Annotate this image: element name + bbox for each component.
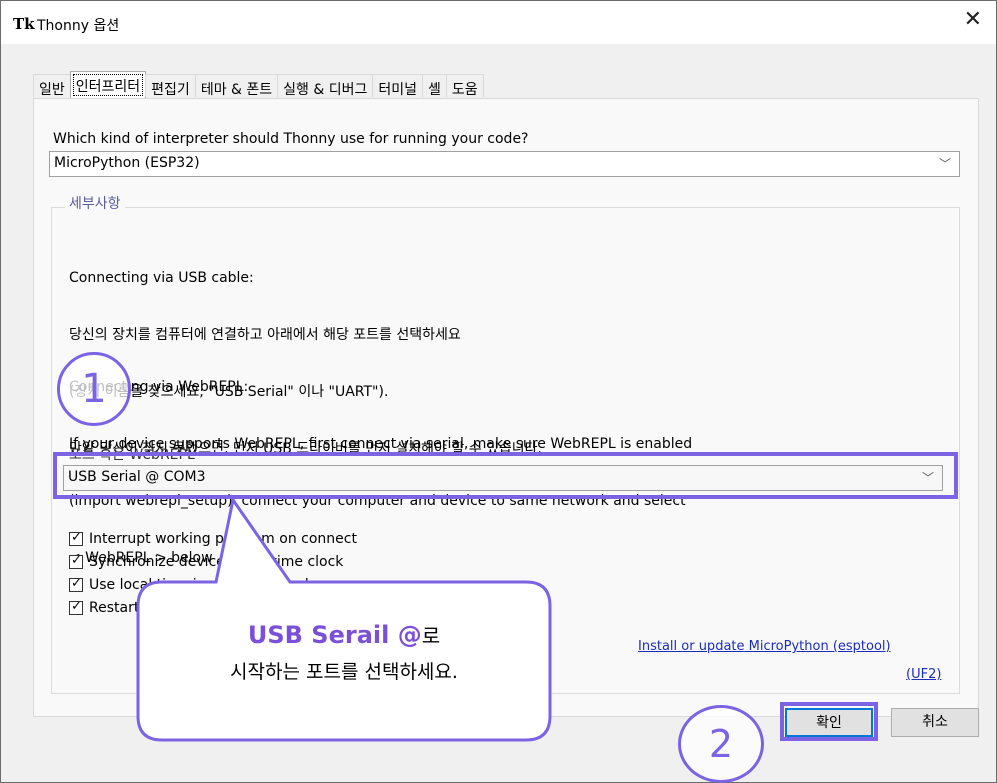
callout-title: USB Serail @로 <box>138 620 550 649</box>
step-2-marker: 2 <box>678 705 764 783</box>
callout-title-suffix: 로 <box>421 624 441 648</box>
callout-subtitle: 시작하는 포트를 선택하세요. <box>230 661 458 683</box>
callout-text: USB Serail @로 시작하는 포트를 선택하세요. <box>138 620 550 684</box>
callout-title-main: USB Serail @ <box>247 621 422 649</box>
ok-highlight-box <box>780 702 878 741</box>
